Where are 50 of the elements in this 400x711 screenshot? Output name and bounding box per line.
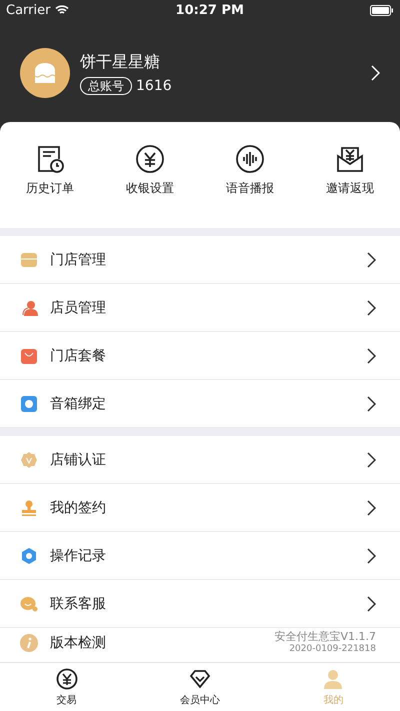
carrier-text: Carrier [6,2,50,18]
chevron-right-icon [367,452,376,468]
chevron-right-icon [367,396,376,412]
chevron-right-icon [367,252,376,268]
diamond-icon [188,668,211,690]
avatar-icon [20,48,70,98]
yen-circle-icon [56,668,78,690]
clock-text: 10:27 PM [174,2,245,18]
quick-action-button[interactable]: 历史订单 [0,144,100,197]
menu-row[interactable]: 店铺认证 [0,436,400,484]
hexagon-icon [20,546,38,564]
info-icon [20,634,38,652]
chevron-right-icon [367,348,376,364]
wifi-icon [55,5,70,15]
chevron-right-icon [367,596,376,612]
shop-icon [20,250,38,268]
menu-row[interactable]: 门店套餐 [0,332,400,380]
version-text: 安全付生意宝V1.1.7 [274,631,376,643]
quick-action-button[interactable]: 邀请返现 [300,144,400,197]
chat-icon [20,594,38,612]
profile-header[interactable]: 饼干星星糖 总账号 1616 [0,20,400,122]
menu-row[interactable]: 版本检测 安全付生意宝V1.1.7 2020-0109-221818 [0,628,400,658]
menu-row[interactable]: 我的签约 [0,484,400,532]
menu-row[interactable]: 门店管理 [0,236,400,284]
tab[interactable]: 交易 [0,663,134,711]
menu-row[interactable]: 联系客服 [0,580,400,628]
yen-envelope-icon [335,144,365,174]
user-name: 饼干星星糖 [80,52,161,72]
bag-icon [20,346,38,364]
stamp-icon [20,498,38,516]
chevron-right-icon [367,300,376,316]
build-text: 2020-0109-221818 [289,643,376,655]
person-icon [322,668,344,690]
chevron-right-icon [367,548,376,564]
quick-action-button[interactable]: 收银设置 [100,144,200,197]
chevron-right-icon [371,65,380,81]
sound-wave-icon [235,144,265,174]
menu-row[interactable]: 店员管理 [0,284,400,332]
account-number: 1616 [136,78,172,94]
battery-icon [370,4,394,16]
badge-icon [20,450,38,468]
staff-icon [20,298,38,316]
speaker-icon [20,394,38,412]
menu-row[interactable]: 操作记录 [0,532,400,580]
yen-circle-icon [135,144,165,174]
clock-document-icon [35,144,65,174]
account-tag: 总账号 [80,76,132,94]
chevron-right-icon [367,500,376,516]
tab[interactable]: 会员中心 [133,663,267,711]
quick-action-button[interactable]: 语音播报 [200,144,300,197]
